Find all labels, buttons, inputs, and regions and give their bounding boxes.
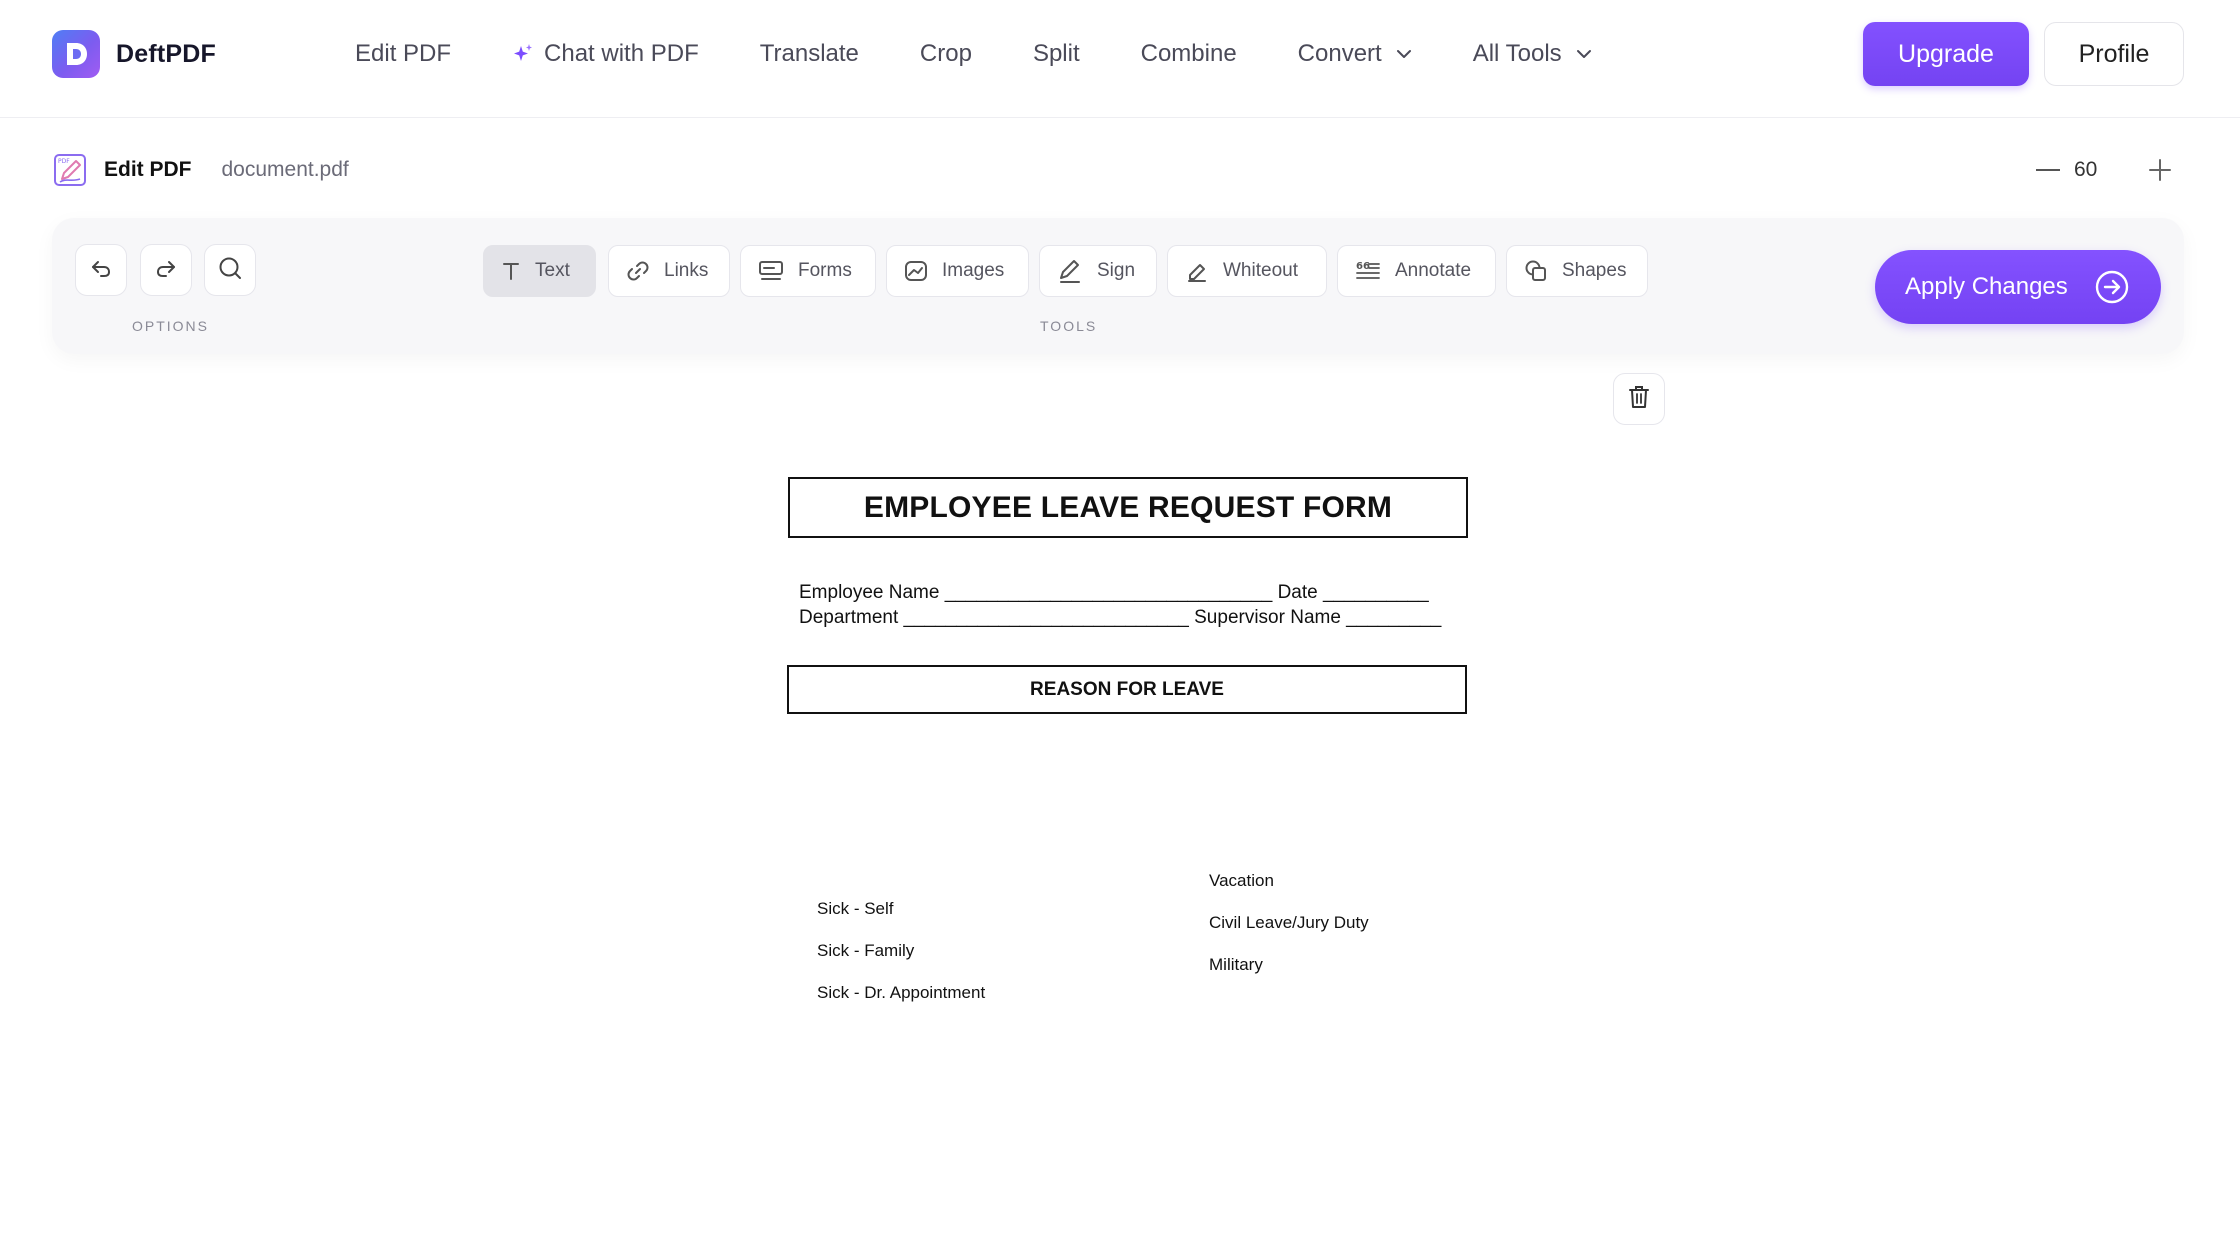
svg-text:66: 66 bbox=[1356, 261, 1370, 272]
editor-header: PDF Edit PDF document.pdf bbox=[52, 150, 349, 190]
employee-name-line[interactable]: Employee Name __________________________… bbox=[799, 582, 1429, 604]
apply-changes-label: Apply Changes bbox=[1905, 273, 2068, 300]
tool-text[interactable]: Text bbox=[483, 245, 596, 297]
zoom-out-button[interactable] bbox=[2036, 169, 2060, 171]
editor-toolbar: OPTIONS Text Links Forms Images Sign Whi bbox=[52, 218, 2184, 354]
tool-label: Whiteout bbox=[1223, 260, 1298, 281]
file-name: document.pdf bbox=[221, 158, 349, 181]
profile-button[interactable]: Profile bbox=[2044, 22, 2184, 86]
svg-text:PDF: PDF bbox=[58, 158, 70, 165]
chevron-down-icon bbox=[1396, 49, 1412, 59]
tool-whiteout[interactable]: Whiteout bbox=[1167, 245, 1327, 297]
brand-name: DeftPDF bbox=[116, 39, 217, 68]
nav-item-edit-pdf[interactable]: Edit PDF bbox=[355, 40, 451, 68]
nav-item-chat-with-pdf[interactable]: Chat with PDF bbox=[512, 40, 699, 68]
editor-title: Edit PDF bbox=[104, 158, 192, 181]
nav-item-translate[interactable]: Translate bbox=[760, 40, 859, 68]
leave-option-vacation[interactable]: Vacation bbox=[1209, 871, 1274, 891]
arrow-right-circle-icon bbox=[2095, 270, 2129, 304]
brand-logo[interactable]: DeftPDF bbox=[52, 30, 216, 78]
shapes-icon bbox=[1524, 259, 1548, 283]
search-icon bbox=[217, 255, 243, 286]
pdf-page: EMPLOYEE LEAVE REQUEST FORM Employee Nam… bbox=[680, 440, 1580, 1040]
chevron-down-icon bbox=[1576, 49, 1592, 59]
document-title[interactable]: EMPLOYEE LEAVE REQUEST FORM bbox=[788, 477, 1468, 538]
tool-label: Images bbox=[942, 260, 1005, 281]
link-icon bbox=[626, 259, 650, 283]
undo-button[interactable] bbox=[75, 244, 127, 296]
tool-label: Forms bbox=[798, 260, 852, 281]
trash-icon bbox=[1627, 384, 1651, 415]
tool-label: Links bbox=[664, 260, 709, 281]
form-icon bbox=[758, 260, 784, 282]
apply-changes-button[interactable]: Apply Changes bbox=[1875, 250, 2161, 324]
text-icon bbox=[501, 261, 521, 281]
logo-mark-icon bbox=[52, 30, 100, 78]
nav-item-convert[interactable]: Convert bbox=[1298, 40, 1412, 68]
tool-label: Shapes bbox=[1562, 260, 1627, 281]
tool-label: Annotate bbox=[1395, 260, 1472, 281]
tool-links[interactable]: Links bbox=[608, 245, 730, 297]
tool-forms[interactable]: Forms bbox=[740, 245, 876, 297]
nav-item-all-tools[interactable]: All Tools bbox=[1473, 40, 1592, 68]
zoom-control: 60 bbox=[2036, 150, 2171, 190]
top-nav: DeftPDF Edit PDF Chat with PDF Translate… bbox=[0, 0, 2240, 118]
upgrade-button[interactable]: Upgrade bbox=[1863, 22, 2029, 86]
delete-button[interactable] bbox=[1613, 373, 1665, 425]
tool-images[interactable]: Images bbox=[886, 245, 1029, 297]
annotate-icon: 66 bbox=[1355, 260, 1381, 282]
tool-shapes[interactable]: Shapes bbox=[1506, 245, 1648, 297]
nav-item-label: Chat with PDF bbox=[544, 40, 699, 67]
tool-sign[interactable]: Sign bbox=[1039, 245, 1157, 297]
department-line[interactable]: Department ___________________________ S… bbox=[799, 607, 1441, 629]
image-icon bbox=[904, 259, 928, 283]
tool-annotate[interactable]: 66 Annotate bbox=[1337, 245, 1496, 297]
nav-item-label: Edit PDF bbox=[355, 40, 452, 67]
pen-icon bbox=[1057, 258, 1083, 284]
leave-option-sick-family[interactable]: Sick - Family bbox=[817, 941, 914, 961]
leave-option-sick-dr-appointment[interactable]: Sick - Dr. Appointment bbox=[817, 983, 985, 1003]
redo-button[interactable] bbox=[140, 244, 192, 296]
eraser-icon bbox=[1185, 259, 1209, 283]
reason-for-leave-heading[interactable]: REASON FOR LEAVE bbox=[787, 665, 1467, 714]
leave-option-sick-self[interactable]: Sick - Self bbox=[817, 899, 894, 919]
pdf-edit-icon: PDF bbox=[52, 152, 88, 188]
nav-item-label: Convert bbox=[1297, 40, 1382, 67]
tools-group-label: TOOLS bbox=[1040, 318, 1098, 334]
nav-item-label: Combine bbox=[1140, 40, 1237, 67]
nav-item-label: Crop bbox=[919, 40, 972, 67]
redo-icon bbox=[154, 256, 178, 285]
leave-option-military[interactable]: Military bbox=[1209, 955, 1263, 975]
zoom-in-button[interactable] bbox=[2148, 158, 2172, 182]
nav-item-label: Split bbox=[1032, 40, 1080, 67]
tool-label: Text bbox=[535, 260, 570, 281]
nav-menu: Edit PDF Chat with PDF Translate Crop Sp… bbox=[355, 0, 1653, 108]
leave-option-civil-leave[interactable]: Civil Leave/Jury Duty bbox=[1209, 913, 1369, 933]
nav-item-label: Translate bbox=[759, 40, 859, 67]
nav-item-split[interactable]: Split bbox=[1033, 40, 1080, 68]
options-group-label: OPTIONS bbox=[132, 318, 210, 334]
zoom-level: 60 bbox=[2074, 158, 2098, 181]
tool-label: Sign bbox=[1097, 260, 1136, 281]
nav-item-label: All Tools bbox=[1472, 40, 1562, 67]
undo-icon bbox=[89, 256, 113, 285]
sparkle-icon bbox=[512, 43, 534, 65]
search-button[interactable] bbox=[204, 244, 256, 296]
nav-item-combine[interactable]: Combine bbox=[1141, 40, 1237, 68]
nav-item-crop[interactable]: Crop bbox=[920, 40, 972, 68]
